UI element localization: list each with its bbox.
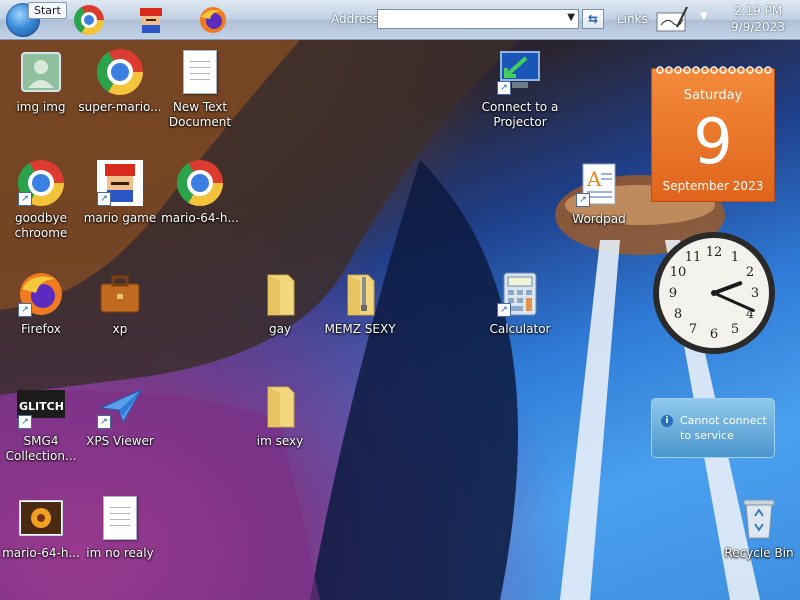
shortcut-arrow-icon: ↗ [97,415,111,429]
desktop-icon-label: im no realy [86,546,154,560]
desktop-icon[interactable]: ↗ XPS Viewer [79,382,161,449]
address-dropdown-icon[interactable]: ▼ [567,12,575,23]
text-document-icon [183,50,217,94]
links-chevron-icon[interactable]: ▼ [700,11,708,22]
desktop-icon[interactable]: im sexy [239,382,321,449]
taskbar-mario-button[interactable] [135,4,167,36]
svg-text:1: 1 [731,250,739,265]
desktop-icon[interactable]: xp [79,270,161,337]
desktop-icon-label: super-mario... [78,100,162,114]
svg-text:12: 12 [706,245,723,260]
svg-text:A: A [586,167,602,191]
signature-pen-icon[interactable] [655,5,689,35]
desktop-icon-label: mario-64-h... [161,211,239,225]
calendar-gadget[interactable]: Saturday 9 September 2023 [651,66,775,202]
desktop-icon[interactable]: img img [0,48,82,115]
svg-text:7: 7 [689,322,697,337]
shortcut-arrow-icon: ↗ [18,415,32,429]
firefox-icon [200,7,226,33]
desktop-icon[interactable]: mario-64-h... [159,159,241,226]
desktop-icon-label: im sexy [256,434,304,448]
shortcut-arrow-icon: ↗ [97,192,111,206]
svg-text:3: 3 [751,286,759,301]
mario-icon [140,8,162,33]
flower-picture-icon [19,500,63,536]
recycle-bin-icon [743,499,775,539]
taskbar-firefox-button[interactable] [197,4,229,36]
desktop-icon-label: MEMZ SEXY [324,322,396,336]
svg-text:8: 8 [674,307,682,322]
desktop-icon[interactable]: gay [239,270,321,337]
info-icon: i [661,415,673,427]
chrome-icon [177,160,223,206]
tray-time: 2:19 PM [733,4,783,18]
desktop-icon[interactable]: ↗ Connect to a Projector [479,48,561,130]
address-label: Address [331,12,379,26]
user-picture-icon [21,52,61,92]
svg-text:5: 5 [731,322,739,337]
desktop-icon[interactable]: ↗ Calculator [479,270,561,337]
calendar-day-number: 9 [693,105,733,178]
svg-text:11: 11 [685,250,702,265]
desktop-icon-label: Calculator [489,322,551,336]
service-notice-gadget[interactable]: i Cannot connect to service [651,398,775,458]
shortcut-arrow-icon: ↗ [18,192,32,206]
go-arrows-icon: ⇆ [587,12,599,26]
desktop[interactable]: Start Address ▼ ⇆ Links ▼ 2:19 PM 9/9/20… [0,0,800,600]
desktop-icon-label: xp [112,322,128,336]
calendar-month-year: September 2023 [662,179,764,193]
desktop-icon[interactable]: Recycle Bin [718,494,800,561]
desktop-icon-label: Connect to a Projector [481,100,559,129]
desktop-icon[interactable]: mario-64-h... [0,494,82,561]
desktop-icon-label: img img [16,100,66,114]
desktop-icon-label: New Text Document [168,100,232,129]
svg-text:10: 10 [670,265,687,280]
svg-text:9: 9 [669,286,677,301]
desktop-icon-label: mario game [83,211,157,225]
folder-icon [267,274,295,316]
desktop-icon[interactable]: MEMZ SEXY [319,270,401,337]
shortcut-arrow-icon: ↗ [18,303,32,317]
desktop-icon[interactable]: A ↗ Wordpad [558,160,640,227]
shortcut-arrow-icon: ↗ [576,193,590,207]
svg-text:6: 6 [710,327,718,342]
desktop-icon-label: Firefox [21,322,61,336]
desktop-icon-label: SMG4 Collection... [5,434,77,463]
tray-date: 9/9/2023 [731,20,785,34]
go-button[interactable]: ⇆ [582,9,604,29]
svg-text:GLITCH: GLITCH [19,400,64,413]
links-label: Links [617,12,648,26]
shortcut-arrow-icon: ↗ [497,81,511,95]
calendar-rings [656,66,772,74]
briefcase-icon [100,275,140,313]
svg-text:2: 2 [746,265,754,280]
desktop-icon-label: gay [268,322,292,336]
zip-folder-icon [347,274,375,316]
folder-icon [267,386,295,428]
desktop-icon-label: Wordpad [572,212,626,226]
chrome-icon [74,5,104,35]
shortcut-arrow-icon: ↗ [497,303,511,317]
desktop-icon-label: goodbye chroome [14,211,68,240]
desktop-icon-label: XPS Viewer [86,434,154,448]
desktop-icon[interactable]: ↗ mario game [79,159,161,226]
start-tooltip: Start [28,2,67,19]
desktop-icon-label: mario-64-h... [2,546,80,560]
taskbar: Start Address ▼ ⇆ Links ▼ 2:19 PM 9/9/20… [0,0,800,40]
desktop-icon[interactable]: ↗ goodbye chroome [0,159,82,241]
chrome-icon [97,49,143,95]
desktop-icon[interactable]: im no realy [79,494,161,561]
desktop-icon[interactable]: GLITCH ↗ SMG4 Collection... [0,382,82,464]
tray-clock[interactable]: 2:19 PM 9/9/2023 [718,3,798,35]
desktop-icon[interactable]: New Text Document [159,48,241,130]
desktop-icon[interactable]: super-mario... [78,48,162,115]
calendar-weekday: Saturday [683,88,743,103]
desktop-icon[interactable]: ↗ Firefox [0,270,82,337]
desktop-icon-label: Recycle Bin [724,546,794,560]
taskbar-chrome-button[interactable] [73,4,105,36]
notice-text: Cannot connect to service [680,414,767,442]
address-input[interactable]: ▼ [377,9,579,29]
clock-gadget[interactable]: 12 123 4567 891011 [651,230,777,356]
text-document-icon [103,496,137,540]
